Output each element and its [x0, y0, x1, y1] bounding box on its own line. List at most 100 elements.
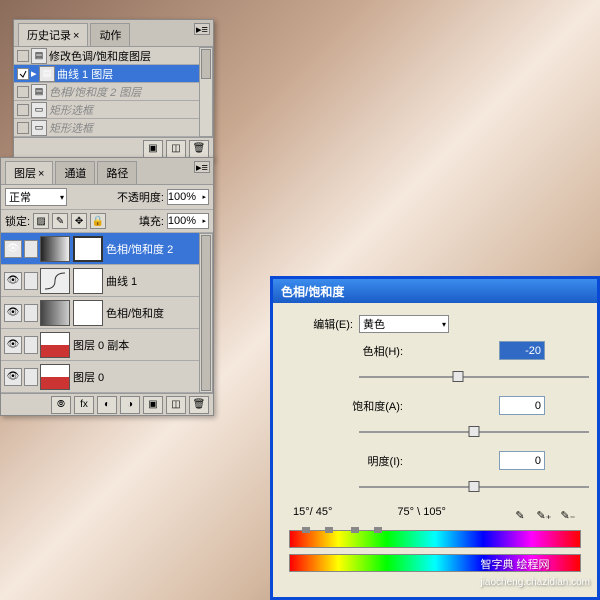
layer-lock-row: 锁定: ▨ ✎ ✥ 🔒 填充: 100%	[1, 210, 213, 233]
hue-input[interactable]: -20	[499, 341, 545, 360]
layer-mask[interactable]	[73, 236, 103, 262]
lock-pixels-icon[interactable]: ✎	[52, 213, 68, 229]
layers-tabs: 图层× 通道 路径 ▸≡	[1, 158, 213, 185]
history-checkbox[interactable]	[17, 104, 29, 116]
opacity-input[interactable]: 100%	[167, 189, 209, 205]
lock-all-icon[interactable]: 🔒	[90, 213, 106, 229]
edit-select[interactable]: 黄色	[359, 315, 449, 333]
tab-layers[interactable]: 图层×	[5, 161, 53, 184]
layer-row[interactable]: 👁 曲线 1	[1, 265, 199, 297]
panel-menu-icon[interactable]: ▸≡	[194, 23, 210, 35]
eyedropper-minus-icon[interactable]: ✎₋	[559, 506, 577, 524]
layer-thumbnail[interactable]	[40, 268, 70, 294]
visibility-icon[interactable]: 👁	[4, 272, 22, 290]
visibility-icon[interactable]: 👁	[4, 336, 22, 354]
layer-row[interactable]: 👁 色相/饱和度 2	[1, 233, 199, 265]
layer-row[interactable]: 👁 色相/饱和度	[1, 297, 199, 329]
history-item[interactable]: ▭矩形选框	[14, 101, 199, 119]
pointer-icon: ▸	[31, 67, 37, 80]
layer-row[interactable]: 👁 图层 0	[1, 361, 199, 393]
layer-thumbnail[interactable]	[40, 332, 70, 358]
lightness-label: 明度(I):	[289, 453, 409, 469]
layer-style-icon[interactable]: fx	[74, 396, 94, 414]
layer-thumbnail[interactable]	[40, 364, 70, 390]
panel-menu-icon[interactable]: ▸≡	[194, 161, 210, 173]
watermark-text: 智字典 绘程网	[480, 559, 549, 571]
lock-transparency-icon[interactable]: ▨	[33, 213, 49, 229]
delete-layer-icon[interactable]: 🗑	[189, 396, 209, 414]
new-document-icon[interactable]: ◫	[166, 140, 186, 158]
link-cell[interactable]	[24, 368, 38, 386]
trash-icon[interactable]: 🗑	[189, 140, 209, 158]
layer-thumbnail[interactable]	[40, 236, 70, 262]
layer-mask[interactable]	[73, 300, 103, 326]
history-item[interactable]: ▤修改色调/饱和度图层	[14, 47, 199, 65]
history-checkbox[interactable]	[17, 50, 29, 62]
tab-actions[interactable]: 动作	[90, 23, 130, 46]
layer-name[interactable]: 图层 0 副本	[73, 337, 129, 353]
link-cell[interactable]	[24, 304, 38, 322]
visibility-icon[interactable]: 👁	[4, 240, 22, 258]
layer-row[interactable]: 👁 图层 0 副本	[1, 329, 199, 361]
tab-channels[interactable]: 通道	[55, 161, 95, 184]
layers-panel: 图层× 通道 路径 ▸≡ 正常 不透明度: 100% 锁定: ▨ ✎ ✥ 🔒 填…	[0, 157, 214, 416]
history-checkbox[interactable]	[17, 68, 29, 80]
close-icon[interactable]: ×	[73, 30, 79, 42]
close-icon[interactable]: ×	[38, 168, 44, 180]
link-layers-icon[interactable]: ⦾	[51, 396, 71, 414]
link-cell[interactable]	[24, 240, 38, 258]
eyedropper-icon[interactable]: ✎	[511, 506, 529, 524]
history-item[interactable]: ▤色相/饱和度 2 图层	[14, 83, 199, 101]
layer-name[interactable]: 图层 0	[73, 369, 104, 385]
scrollbar-thumb[interactable]	[201, 49, 211, 79]
hue-range-bar-top[interactable]	[289, 530, 581, 548]
visibility-icon[interactable]: 👁	[4, 368, 22, 386]
layer-thumbnail[interactable]	[40, 300, 70, 326]
layer-mask[interactable]	[73, 268, 103, 294]
link-cell[interactable]	[24, 336, 38, 354]
range-marker[interactable]	[302, 527, 310, 533]
history-item[interactable]: ▸▤曲线 1 图层	[14, 65, 199, 83]
eyedropper-plus-icon[interactable]: ✎₊	[535, 506, 553, 524]
layer-icon: ▤	[39, 66, 55, 82]
layer-name[interactable]: 色相/饱和度	[106, 305, 164, 321]
saturation-slider[interactable]	[359, 423, 589, 441]
saturation-input[interactable]: 0	[499, 396, 545, 415]
hue-slider[interactable]	[359, 368, 589, 386]
slider-thumb[interactable]	[452, 371, 463, 382]
history-item[interactable]: ▭矩形选框	[14, 119, 199, 137]
fill-input[interactable]: 100%	[167, 213, 209, 229]
opacity-label: 不透明度:	[70, 189, 164, 205]
slider-thumb[interactable]	[469, 426, 480, 437]
range-marker[interactable]	[325, 527, 333, 533]
lock-position-icon[interactable]: ✥	[71, 213, 87, 229]
layer-mask-icon[interactable]: ◐	[97, 396, 117, 414]
range-marker[interactable]	[374, 527, 382, 533]
scrollbar-vertical[interactable]	[199, 233, 213, 393]
history-footer: ▣ ◫ 🗑	[14, 137, 213, 159]
angle-right: 75° \ 105°	[397, 506, 446, 524]
tab-paths[interactable]: 路径	[97, 161, 137, 184]
lightness-input[interactable]: 0	[499, 451, 545, 470]
layer-options-row: 正常 不透明度: 100%	[1, 185, 213, 210]
history-checkbox[interactable]	[17, 86, 29, 98]
history-panel: 历史记录× 动作 ▸≡ ▤修改色调/饱和度图层 ▸▤曲线 1 图层 ▤色相/饱和…	[13, 19, 214, 160]
blend-mode-select[interactable]: 正常	[5, 188, 67, 206]
angle-left: 15°/ 45°	[293, 506, 332, 524]
scrollbar-vertical[interactable]	[199, 47, 213, 137]
fill-label: 填充:	[109, 213, 164, 229]
scrollbar-thumb[interactable]	[201, 235, 211, 391]
tab-history[interactable]: 历史记录×	[18, 23, 88, 46]
link-cell[interactable]	[24, 272, 38, 290]
history-checkbox[interactable]	[17, 122, 29, 134]
lightness-slider[interactable]	[359, 478, 589, 496]
new-layer-icon[interactable]: ◫	[166, 396, 186, 414]
slider-thumb[interactable]	[469, 481, 480, 492]
visibility-icon[interactable]: 👁	[4, 304, 22, 322]
adjustment-layer-icon[interactable]: ◑	[120, 396, 140, 414]
range-marker[interactable]	[351, 527, 359, 533]
layer-group-icon[interactable]: ▣	[143, 396, 163, 414]
new-snapshot-icon[interactable]: ▣	[143, 140, 163, 158]
layer-name[interactable]: 色相/饱和度 2	[106, 241, 173, 257]
layer-name[interactable]: 曲线 1	[106, 273, 137, 289]
